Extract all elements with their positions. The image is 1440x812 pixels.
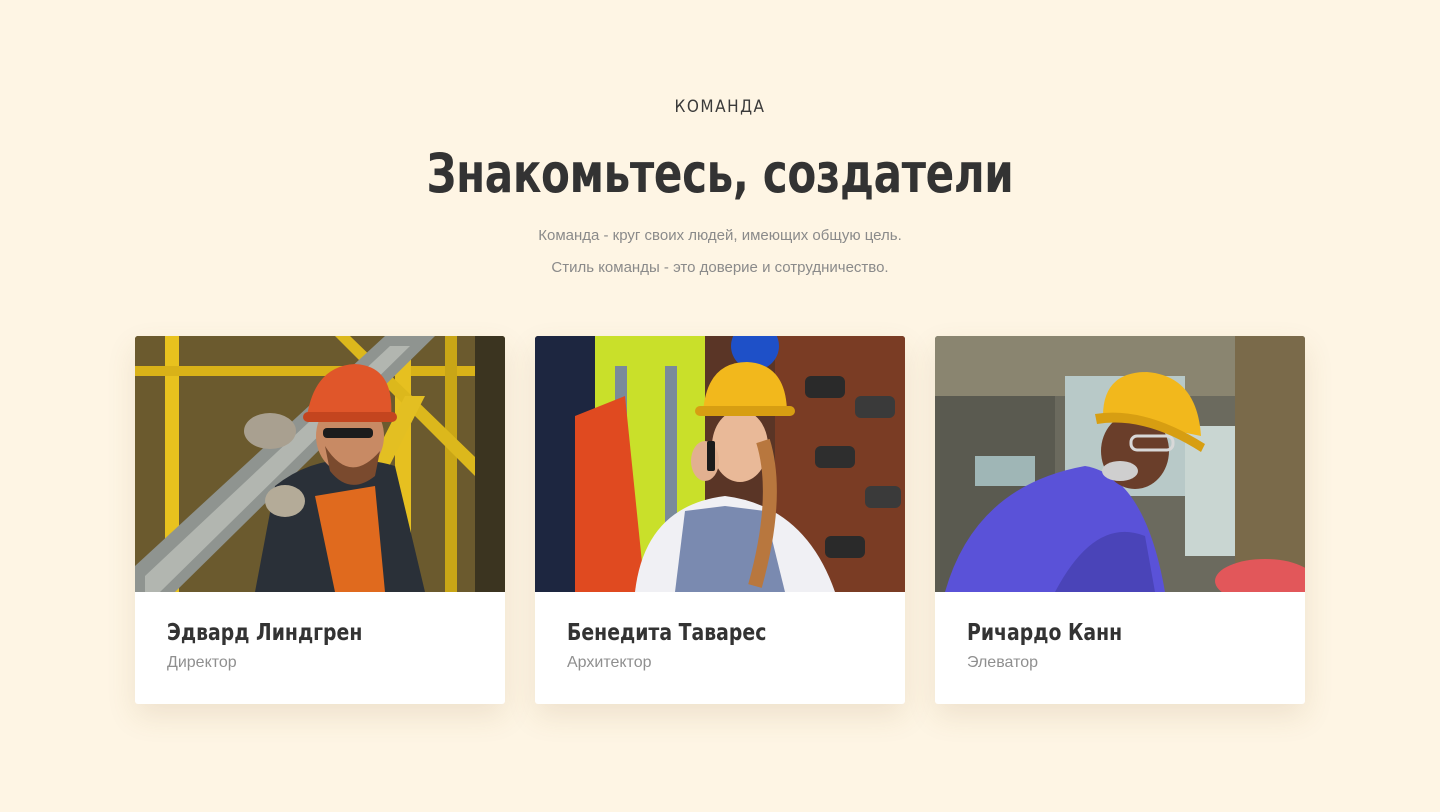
- team-card[interactable]: Эдвард Линдгрен Директор: [135, 336, 505, 704]
- member-name: Ричардо Канн: [967, 620, 1123, 646]
- team-card[interactable]: Бенедита Таварес Архитектор: [535, 336, 905, 704]
- member-name: Бенедита Таварес: [567, 620, 767, 646]
- woman-in-hardhat-on-phone-photo: [535, 336, 905, 592]
- team-card[interactable]: Ричардо Канн Элеватор: [935, 336, 1305, 704]
- member-role: Архитектор: [567, 654, 652, 671]
- section-subtitle-line-1: Команда - круг своих людей, имеющих общу…: [538, 227, 902, 244]
- section-eyebrow: КОМАНДА: [674, 97, 766, 117]
- member-role: Директор: [167, 654, 237, 671]
- man-in-hardhat-working-photo: [935, 336, 1305, 592]
- team-cards: Эдвард Линдгрен Директор Бенедита Таваре…: [135, 336, 1305, 704]
- team-section: КОМАНДА Знакомьтесь, создатели Команда -…: [0, 0, 1440, 812]
- member-name: Эдвард Линдгрен: [167, 620, 363, 646]
- member-role: Элеватор: [967, 654, 1039, 671]
- worker-carrying-pipe-photo: [135, 336, 505, 592]
- section-subtitle-line-2: Стиль команды - это доверие и сотрудниче…: [551, 259, 889, 276]
- section-title: Знакомьтесь, создатели: [426, 142, 1014, 205]
